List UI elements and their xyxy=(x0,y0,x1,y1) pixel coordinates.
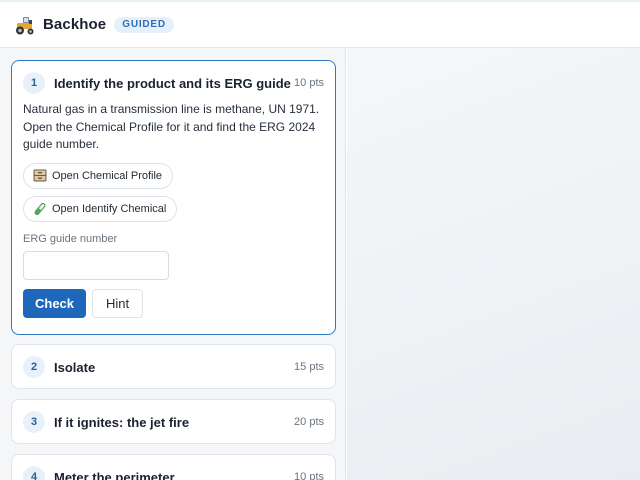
task-description: Natural gas in a transmission line is me… xyxy=(23,102,320,151)
task-card-4[interactable]: 4 Meter the perimeter 10 pts xyxy=(11,454,336,480)
open-identify-chemical-button[interactable]: Open Identify Chemical xyxy=(23,195,178,222)
erg-guide-label: ERG guide number xyxy=(23,232,118,245)
task-number: 2 xyxy=(23,356,45,378)
task-number: 3 xyxy=(23,411,45,433)
task-card-3[interactable]: 3 If it ignites: the jet fire 20 pts xyxy=(11,399,336,444)
test-tube-icon xyxy=(33,202,52,216)
app-title: Backhoe xyxy=(43,16,107,33)
app-window: Backhoe GUIDED 1 Identify the product an… xyxy=(0,0,640,480)
workspace-pane xyxy=(347,48,640,480)
task-number: 1 xyxy=(23,72,45,94)
task-header-4[interactable]: 4 Meter the perimeter 10 pts xyxy=(12,455,335,480)
task-header-1[interactable]: 1 Identify the product and its ERG guide… xyxy=(12,61,335,105)
hint-button[interactable]: Hint xyxy=(92,288,143,318)
task-card-1: 1 Identify the product and its ERG guide… xyxy=(11,60,336,335)
cabinet-icon xyxy=(33,169,52,182)
task-title: Identify the product and its ERG guide xyxy=(54,75,291,91)
task-header-3[interactable]: 3 If it ignites: the jet fire 20 pts xyxy=(12,400,335,444)
tractor-icon xyxy=(14,14,36,36)
top-bar: Backhoe GUIDED xyxy=(0,0,640,48)
task-title: Meter the perimeter xyxy=(54,469,175,480)
erg-guide-input[interactable] xyxy=(23,250,169,280)
task-title: If it ignites: the jet fire xyxy=(54,414,190,430)
task-card-2[interactable]: 2 Isolate 15 pts xyxy=(11,344,336,389)
mode-badge: GUIDED xyxy=(114,16,174,33)
task-points: 20 pts xyxy=(294,416,324,428)
task-points: 15 pts xyxy=(294,361,324,373)
task-points: 10 pts xyxy=(294,471,324,480)
task-body-1: Natural gas in a transmission line is me… xyxy=(23,101,325,318)
task-sidebar: 1 Identify the product and its ERG guide… xyxy=(0,48,346,480)
open-chemical-profile-button[interactable]: Open Chemical Profile xyxy=(23,162,174,189)
tool-label: Open Identify Chemical xyxy=(52,202,167,215)
tool-label: Open Chemical Profile xyxy=(52,169,163,182)
check-button[interactable]: Check xyxy=(23,288,86,318)
task-points: 10 pts xyxy=(294,77,324,89)
task-title: Isolate xyxy=(54,359,96,375)
task-header-2[interactable]: 2 Isolate 15 pts xyxy=(12,345,335,389)
task-number: 4 xyxy=(23,466,45,480)
